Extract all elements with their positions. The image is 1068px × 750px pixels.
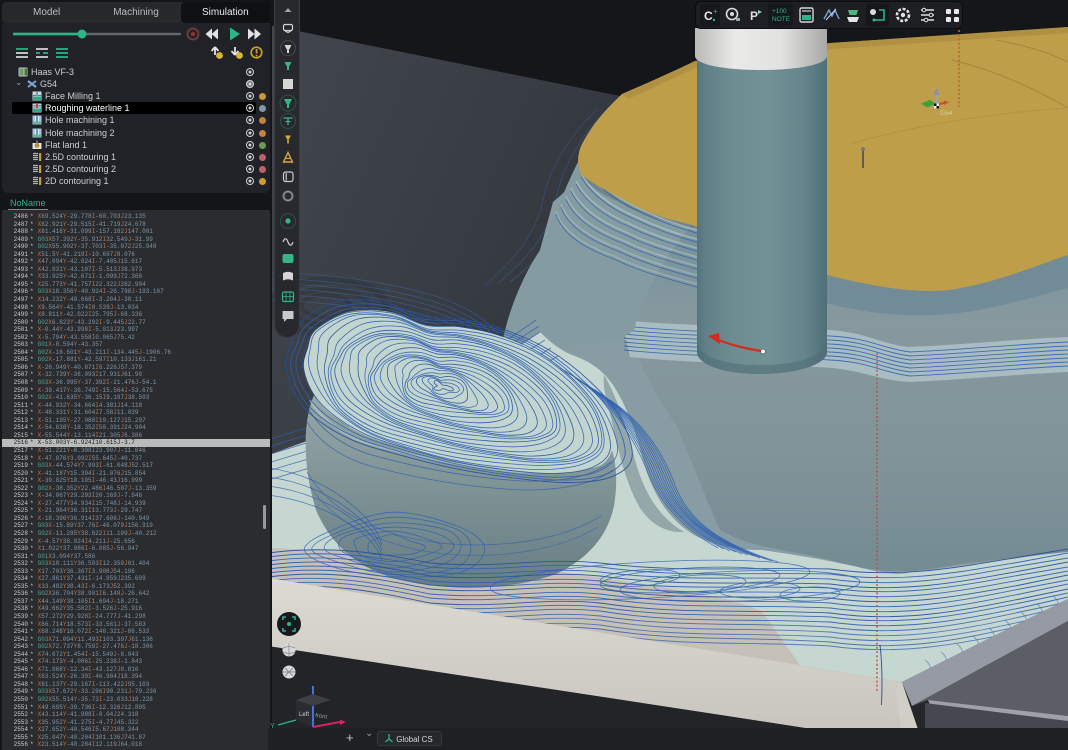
svg-text:Left: Left [299,712,309,718]
svg-text:P: P [750,9,758,23]
svg-text:+: + [713,7,718,16]
svg-text:NOTE: NOTE [772,16,791,23]
svg-text:G54: G54 [940,110,953,117]
svg-text:C: C [704,9,713,23]
svg-text:+100: +100 [772,8,787,15]
